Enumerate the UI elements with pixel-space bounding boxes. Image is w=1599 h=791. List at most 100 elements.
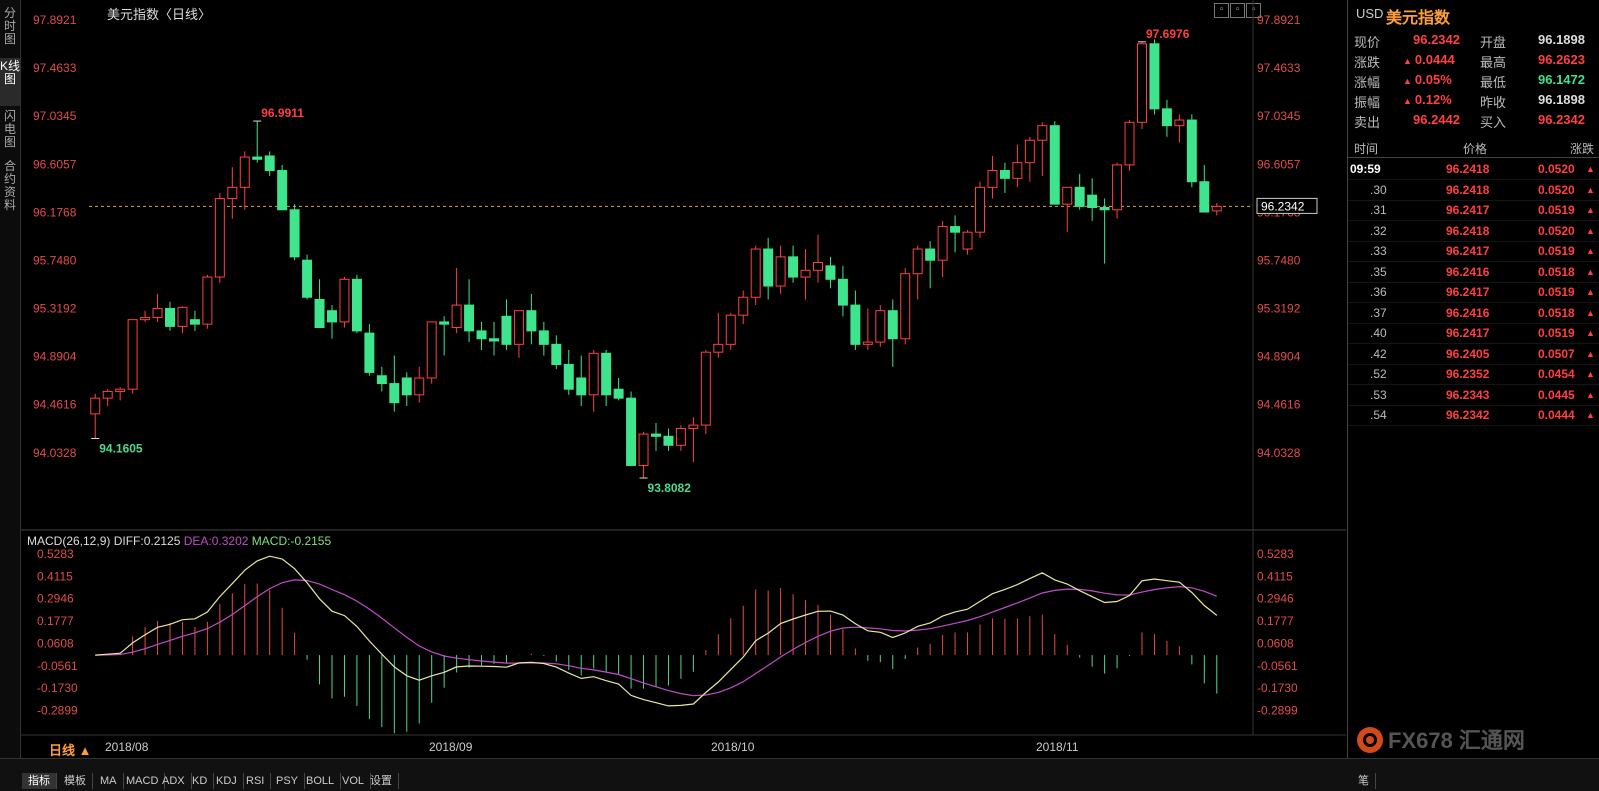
left-tab-1[interactable]: K线图 (0, 58, 20, 106)
quote-value: ▲ 0.0444 (1403, 52, 1455, 67)
price-tick-right: 97.0345 (1257, 109, 1301, 123)
macd-tick-left: -0.2899 (37, 704, 78, 718)
left-tab-3[interactable]: 合约资料 (0, 158, 20, 212)
quote-value: ▲ 0.12% (1403, 92, 1452, 107)
candle-body (526, 310, 537, 332)
tick-price: 96.2352 (1446, 367, 1490, 381)
candle-body (1049, 125, 1060, 205)
candle-body (925, 248, 936, 261)
bottom-tab-6[interactable]: KDJ (210, 773, 244, 789)
fx678-logo: FX678 汇通网 (1357, 727, 1525, 753)
bottom-tab-bar: 指标 模板 MA MACD ADX KD KDJ RSI PSY BOLL VOL 设置笔 (0, 758, 1599, 791)
candle-body (115, 388, 126, 392)
price-tick-left: 96.1768 (33, 205, 77, 219)
quote-value: 96.2442 (1413, 112, 1460, 127)
candle-body (763, 248, 774, 287)
header-change: 涨跌 (1570, 142, 1595, 156)
tick-price: 96.2417 (1446, 285, 1490, 299)
chart-area[interactable]: 美元指数〈日线〉 ▫ ▫ ▫ 97.892197.892197.463397.4… (21, 0, 1346, 760)
bottom-tab-9[interactable]: BOLL (300, 773, 342, 789)
candle-body (601, 352, 612, 396)
candle-body (426, 321, 437, 379)
macd-tick-right: 0.2946 (1257, 592, 1294, 606)
price-tick-left: 96.6057 (33, 157, 77, 171)
tick-change: 0.0445 (1538, 387, 1575, 402)
candle-body (1024, 139, 1035, 164)
bottom-tab-pen[interactable]: 笔 (1352, 773, 1376, 789)
divider (1348, 157, 1599, 158)
price-tick-left: 97.8921 (33, 13, 77, 27)
macd-tick-right: 0.1777 (1257, 614, 1294, 628)
candle-body (214, 198, 225, 278)
tick-price: 96.2417 (1446, 203, 1490, 217)
candle-body (638, 433, 649, 466)
up-arrow-icon: ▲ (1586, 225, 1595, 236)
tick-price: 96.2342 (1446, 408, 1490, 422)
candle-body (750, 248, 761, 298)
tick-row: .53 96.2343 0.0445 ▲ (1348, 385, 1599, 406)
tick-price: 96.2416 (1446, 264, 1490, 279)
left-tab-0[interactable]: 分时图 (0, 5, 20, 55)
candle-body (401, 377, 412, 396)
candle-body (439, 321, 450, 325)
bottom-tab-1[interactable]: 模板 (58, 773, 93, 789)
left-tab-2[interactable]: 闪电图 (0, 108, 20, 156)
quote-value: 96.2342 (1538, 112, 1585, 127)
candle-body (464, 304, 475, 332)
tick-row: .36 96.2417 0.0519 ▲ (1348, 282, 1599, 303)
up-arrow-icon: ▲ (1586, 328, 1595, 338)
candle-body (688, 424, 699, 429)
candle-body (513, 310, 524, 345)
quote-label: 涨幅 (1354, 75, 1381, 90)
candle-body (713, 343, 724, 353)
candle-body (675, 427, 686, 446)
quote-value: 96.1898 (1538, 32, 1585, 47)
price-tick-left: 97.0345 (33, 109, 77, 123)
up-arrow-icon: ▲ (1403, 56, 1412, 66)
up-arrow-icon: ▲ (1586, 389, 1595, 400)
quote-value-text: 96.2442 (1413, 112, 1460, 127)
quote-label: 卖出 (1354, 115, 1381, 130)
price-tick-right: 97.8921 (1257, 13, 1301, 27)
candle-body (189, 319, 200, 325)
macd-tick-left: 0.0608 (37, 636, 74, 650)
tick-change: 0.0519 (1538, 244, 1575, 258)
price-tick-right: 97.4633 (1257, 61, 1301, 75)
tick-change: 0.0520 (1538, 182, 1575, 197)
left-tab-bar: 分时图 K线图 闪电图 合约资料 (0, 0, 21, 760)
header-price: 价格 (1463, 142, 1488, 156)
tick-price: 96.2418 (1446, 223, 1490, 238)
bottom-tab-7[interactable]: RSI (240, 773, 272, 789)
candle-body (1062, 186, 1073, 205)
up-arrow-icon: ▲ (1586, 307, 1595, 318)
macd-tick-right: -0.0561 (1257, 659, 1298, 673)
bottom-tab-11[interactable]: 设置 (364, 773, 399, 789)
candle-body (1099, 207, 1110, 211)
tick-row: .33 96.2417 0.0519 ▲ (1348, 241, 1599, 262)
price-tick-left: 94.4616 (33, 398, 77, 412)
period-selector[interactable]: 日线 ▲ (49, 740, 92, 759)
candle-body (563, 364, 574, 390)
tick-row: 09:59 96.2418 0.0520 ▲ (1348, 159, 1599, 180)
tick-time: .32 (1370, 223, 1387, 238)
up-arrow-icon: ▲ (1403, 96, 1412, 106)
bottom-tab-0[interactable]: 指标 (22, 773, 57, 789)
macd-tick-right: 0.4115 (1257, 569, 1293, 583)
logo-text: FX678 汇通网 (1388, 728, 1525, 753)
tick-time: .35 (1370, 264, 1387, 279)
tick-time: .37 (1370, 305, 1387, 320)
candle-body (837, 278, 848, 306)
candle-body (813, 261, 823, 271)
tick-row: .52 96.2352 0.0454 ▲ (1348, 364, 1599, 385)
quote-value: 96.2623 (1538, 52, 1585, 67)
price-tick-left: 94.8904 (33, 350, 77, 364)
candle-body (489, 338, 499, 342)
quote-panel: USD 美元指数 现价 96.2342 开盘 96.1898 涨跌 ▲ 0.0444 最高 96… (1347, 0, 1599, 760)
candle-body (327, 310, 337, 323)
marker-high1: 96.9911 (261, 106, 304, 120)
macd-tick-left: -0.0561 (37, 659, 78, 673)
price-chart[interactable]: 97.8921 97.8921 97.4633 97.4633 97.0345 97.03… (21, 0, 1346, 740)
candle-body (825, 265, 836, 280)
candle-body (227, 186, 238, 200)
tick-change: 0.0519 (1538, 326, 1575, 340)
